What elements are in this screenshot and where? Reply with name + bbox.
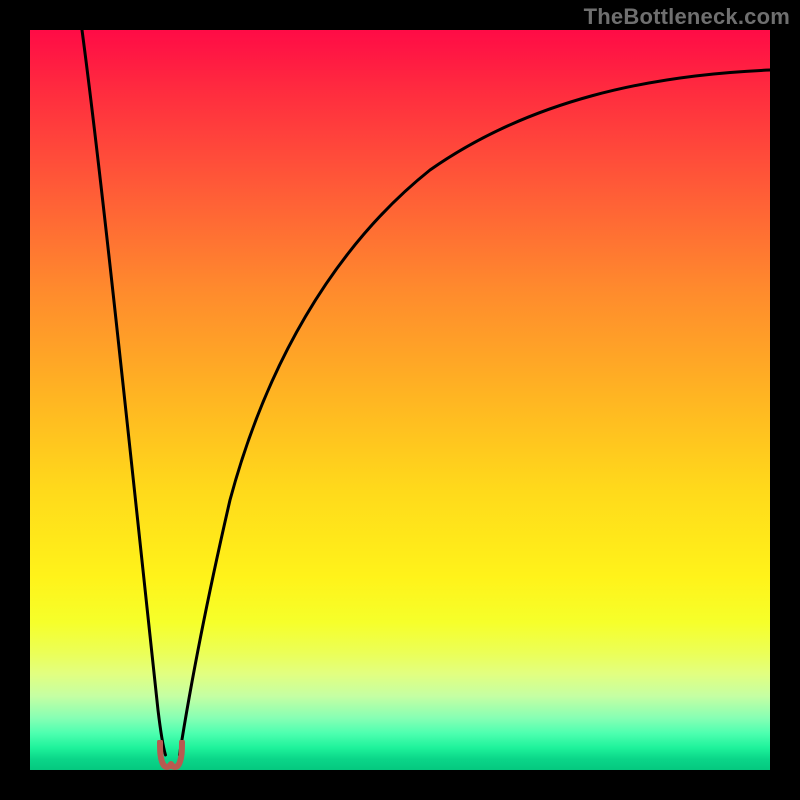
plot-area	[30, 30, 770, 770]
watermark-text: TheBottleneck.com	[584, 4, 790, 30]
curve-left-branch	[82, 30, 166, 755]
chart-frame: TheBottleneck.com	[0, 0, 800, 800]
curve-right-branch	[180, 70, 771, 755]
bottleneck-curve	[30, 30, 770, 770]
